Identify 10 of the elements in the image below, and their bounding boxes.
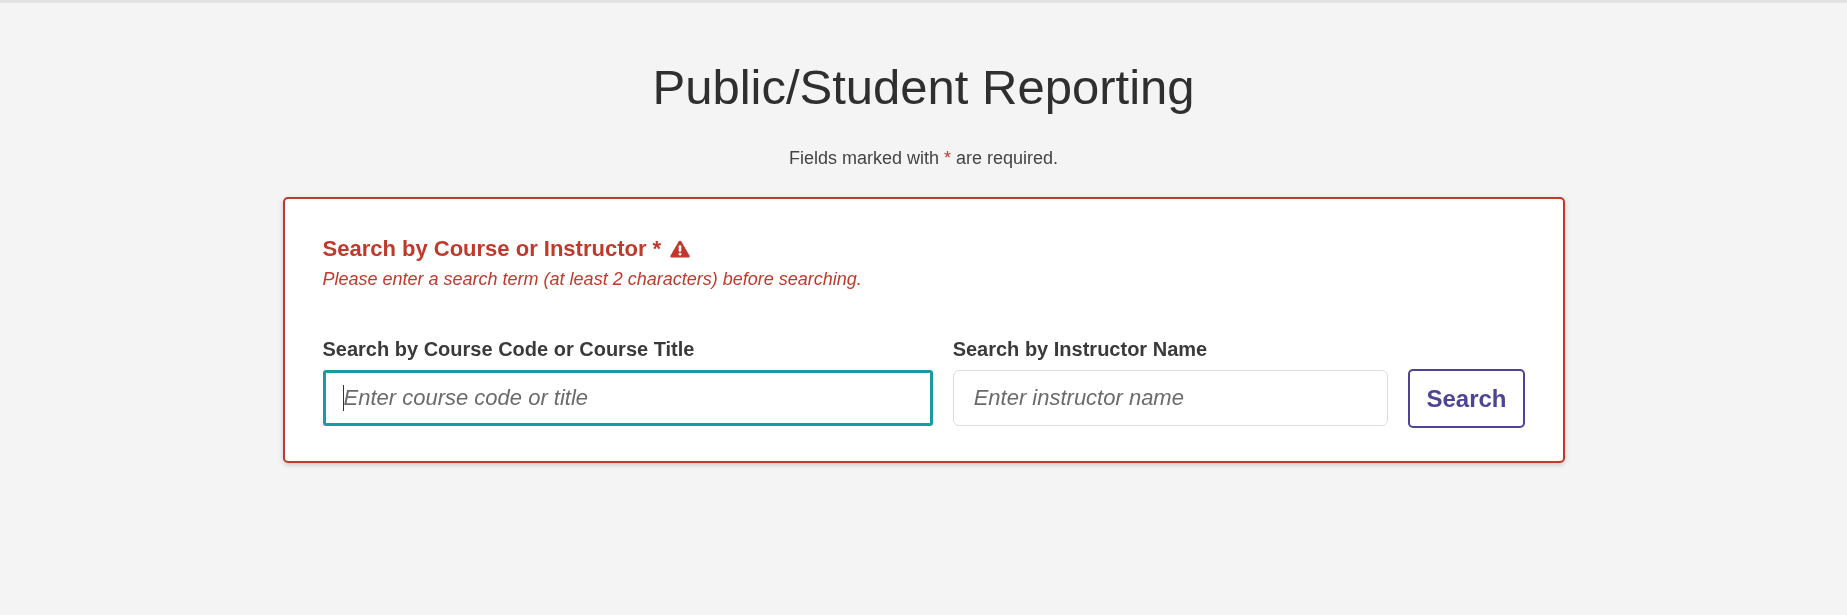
field-label: Search by Instructor Name xyxy=(952,338,1208,360)
text-cursor-icon xyxy=(342,385,344,411)
error-message: Please enter a search term (at least 2 characters) before searching. xyxy=(322,268,862,290)
search-field[interactable]: Enter course code or title xyxy=(322,370,933,426)
search-button[interactable]: Search xyxy=(1408,369,1525,428)
warning-icon xyxy=(670,240,691,258)
section-heading: Search by Course or Instructor * xyxy=(322,236,662,262)
page-title: Public/Student Reporting xyxy=(652,59,1195,116)
required-note: Fields marked with * are required. xyxy=(788,147,1059,170)
field-label: Search by Course Code or Course Title xyxy=(322,338,695,360)
